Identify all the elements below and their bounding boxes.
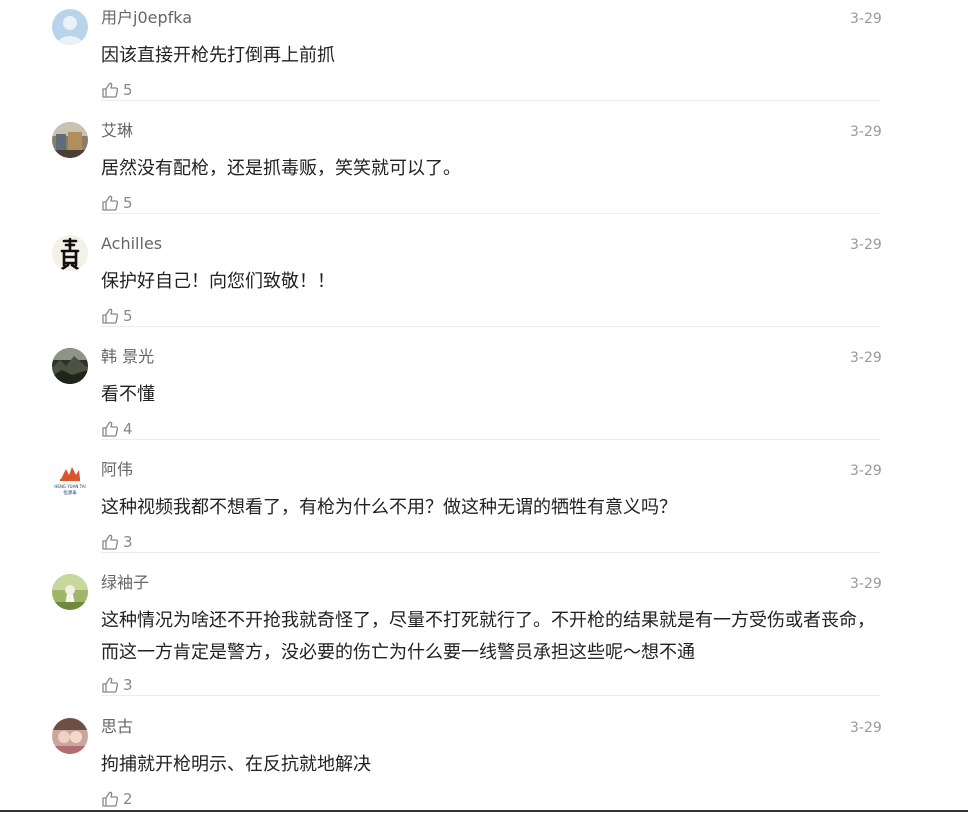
photo-avatar-icon — [52, 122, 88, 158]
like-button[interactable]: 3 — [101, 675, 133, 695]
comment-date: 3-29 — [850, 11, 882, 27]
like-count: 4 — [123, 420, 133, 438]
user-avatar[interactable] — [52, 348, 88, 384]
user-avatar[interactable] — [52, 574, 88, 610]
username[interactable]: 绿袖子 — [101, 573, 149, 593]
divider — [101, 326, 880, 327]
thumbs-up-icon — [102, 308, 119, 324]
bottom-border — [0, 810, 968, 812]
like-button[interactable]: 4 — [101, 419, 133, 439]
thumbs-up-icon — [102, 791, 119, 807]
logo-text-cn: 恒源泰 — [63, 489, 77, 496]
comment-text: 居然没有配枪，还是抓毒贩，笑笑就可以了。 — [101, 158, 461, 179]
comment-text: 拘捕就开枪明示、在反抗就地解决 — [101, 754, 371, 775]
like-button[interactable]: 5 — [101, 193, 133, 213]
calligraphy-dragon-avatar-icon — [52, 235, 88, 271]
nature-avatar-icon — [52, 574, 88, 610]
comment-text: 保护好自己！向您们致敬！！ — [101, 271, 335, 292]
logo-avatar-icon: HENG YUAN TAI 恒源泰 — [52, 461, 88, 497]
comment-date: 3-29 — [850, 350, 882, 366]
comment-date: 3-29 — [850, 237, 882, 253]
like-count: 5 — [123, 194, 133, 212]
like-button[interactable]: 3 — [101, 532, 133, 552]
user-avatar[interactable] — [52, 235, 88, 271]
like-count: 5 — [123, 81, 133, 99]
thumbs-up-icon — [102, 534, 119, 550]
username[interactable]: Achilles — [101, 234, 162, 254]
comment-text: 这种视频我都不想看了，有枪为什么不用？做这种无谓的牺牲有意义吗？ — [101, 497, 677, 518]
like-button[interactable]: 5 — [101, 306, 133, 326]
username[interactable]: 韩 景光 — [101, 347, 154, 367]
divider — [101, 100, 880, 101]
like-button[interactable]: 5 — [101, 80, 133, 100]
like-count: 5 — [123, 307, 133, 325]
divider — [101, 213, 880, 214]
comment-text: 这种情况为啥还不开抢我就奇怪了，尽量不打死就行了。不开枪的结果就是有一方受伤或者… — [101, 610, 875, 663]
like-count: 2 — [123, 790, 133, 808]
username[interactable]: 用户j0epfka — [101, 8, 192, 28]
like-button[interactable]: 2 — [101, 789, 133, 809]
like-count: 3 — [123, 533, 133, 551]
user-avatar[interactable] — [52, 122, 88, 158]
comment-text: 看不懂 — [101, 384, 155, 405]
divider — [101, 695, 880, 696]
landscape-avatar-icon — [52, 348, 88, 384]
logo-text: HENG YUAN TAI — [54, 484, 85, 489]
comment-date: 3-29 — [850, 463, 882, 479]
user-avatar[interactable] — [52, 9, 88, 45]
like-count: 3 — [123, 676, 133, 694]
thumbs-up-icon — [102, 421, 119, 437]
divider — [101, 552, 880, 553]
user-avatar[interactable]: HENG YUAN TAI 恒源泰 — [52, 461, 88, 497]
thumbs-up-icon — [102, 677, 119, 693]
thumbs-up-icon — [102, 195, 119, 211]
default-user-avatar-icon — [52, 9, 88, 45]
thumbs-up-icon — [102, 82, 119, 98]
comment-text: 因该直接开枪先打倒再上前抓 — [101, 45, 335, 66]
divider — [101, 439, 880, 440]
username[interactable]: 思古 — [101, 717, 133, 737]
comment-date: 3-29 — [850, 124, 882, 140]
user-avatar[interactable] — [52, 718, 88, 754]
username[interactable]: 艾琳 — [101, 121, 133, 141]
username[interactable]: 阿伟 — [101, 460, 133, 480]
comment-date: 3-29 — [850, 720, 882, 736]
people-photo-avatar-icon — [52, 718, 88, 754]
comment-date: 3-29 — [850, 576, 882, 592]
